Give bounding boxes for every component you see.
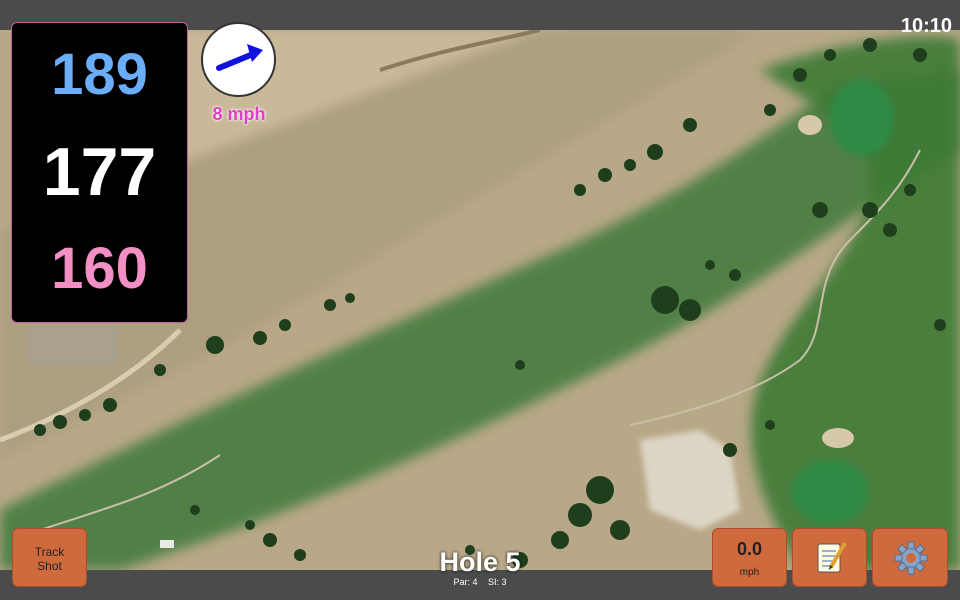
notepad-icon (817, 541, 847, 573)
speed-unit: mph (739, 567, 760, 578)
speed-button[interactable]: 0.0 mph (712, 528, 787, 587)
track-shot-label: Track Shot (34, 545, 65, 573)
distance-back: 189 (51, 42, 148, 107)
arrow-right-up-icon (216, 44, 263, 71)
notes-button[interactable] (792, 528, 867, 587)
distance-panel: 189 177 160 (11, 22, 188, 323)
distance-front: 160 (51, 236, 148, 301)
status-clock: 10:10 (900, 15, 952, 37)
track-shot-button[interactable]: Track Shot (12, 528, 87, 587)
settings-button[interactable] (872, 528, 948, 587)
distance-middle: 177 (42, 134, 157, 210)
hole-title: Hole 5 (439, 547, 521, 577)
speed-value: 0.0 (736, 539, 763, 559)
wind-speed-label: 8 mph (212, 104, 266, 124)
hole-par: Par: 4 (453, 577, 478, 587)
hole-info: Par: 4 SI: 3 (380, 577, 580, 587)
wind-compass (201, 22, 276, 97)
hole-stroke-index: SI: 3 (488, 577, 507, 587)
gear-icon (894, 541, 928, 575)
